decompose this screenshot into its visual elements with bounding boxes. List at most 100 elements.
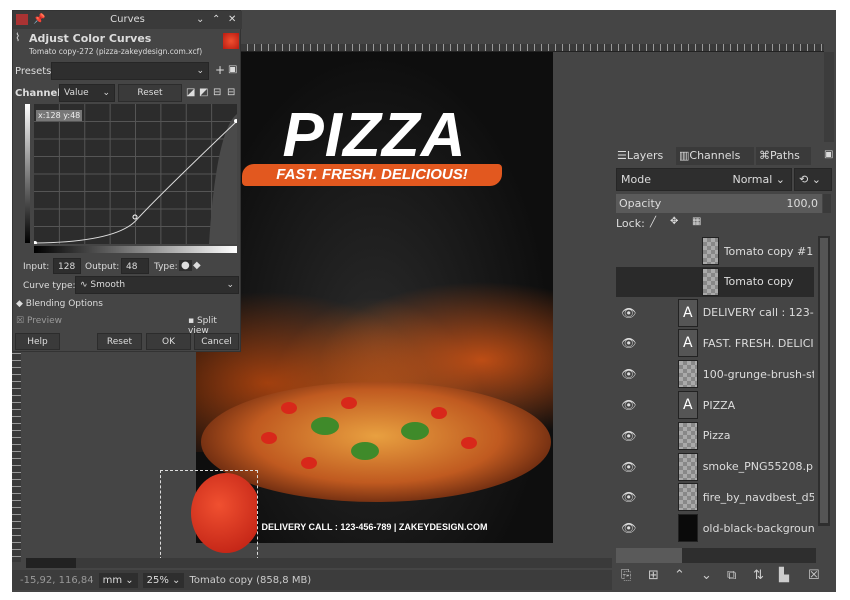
linear-histogram-icon[interactable]: ◪: [186, 87, 195, 98]
layer-thumbnail: A: [677, 298, 698, 327]
pin-icon[interactable]: 📌: [33, 11, 45, 29]
reset-channel-button[interactable]: Reset Channel: [118, 84, 182, 114]
layer-mask-icon[interactable]: ▙: [779, 568, 789, 583]
curve-graph[interactable]: [34, 104, 237, 244]
status-bar: -15,92, 116,84 mm ⌄ 25% ⌄ Tomato copy (8…: [12, 570, 612, 590]
canvas-horizontal-scrollbar[interactable]: [26, 558, 616, 568]
layer-list-hscrollbar[interactable]: [616, 548, 816, 563]
output-spinner[interactable]: 48: [121, 258, 149, 274]
dock-menu-icon[interactable]: ▣: [824, 149, 833, 160]
value-gradient-horizontal: [34, 246, 237, 253]
maximize-button[interactable]: ⌃: [212, 11, 220, 29]
canvas-vertical-scrollbar[interactable]: [824, 52, 834, 142]
lock-position-icon[interactable]: ✥: [670, 216, 678, 227]
tab-channels[interactable]: ▥Channels: [676, 147, 754, 165]
eye-icon[interactable]: 👁: [614, 367, 644, 381]
smooth-point-icon[interactable]: ●: [179, 260, 192, 271]
blending-options-expander[interactable]: ◆ Blending Options: [16, 299, 103, 309]
unit-select[interactable]: mm ⌄: [98, 572, 138, 588]
curve-mode-icon[interactable]: ⊟: [213, 87, 221, 98]
mode-reset-button[interactable]: ⟲ ⌄: [794, 168, 832, 191]
input-spinner[interactable]: 128: [53, 258, 81, 274]
layer-name: FAST. FRESH. DELICIO: [702, 336, 814, 350]
layer-thumbnail: A: [677, 329, 698, 358]
layer-row[interactable]: 👁 A FAST. FRESH. DELICIO: [616, 328, 814, 358]
ok-button[interactable]: OK: [146, 333, 191, 350]
merge-layer-icon[interactable]: ⇅: [753, 568, 764, 583]
layer-thumbnail: A: [677, 391, 698, 419]
preview-checkbox[interactable]: ☒ Preview: [16, 316, 62, 326]
layer-thumbnail: [677, 360, 698, 389]
channel-select[interactable]: Value ⌄: [59, 84, 115, 102]
new-layer-icon[interactable]: ⎘: [621, 568, 631, 583]
lock-alpha-icon[interactable]: ▦: [692, 216, 701, 227]
eye-icon[interactable]: 👁: [614, 521, 644, 535]
help-button[interactable]: Help: [15, 333, 60, 350]
channel-label: Channel:: [15, 88, 65, 99]
output-label: Output:: [85, 262, 120, 272]
minimize-button[interactable]: ⌄: [196, 11, 204, 29]
lower-layer-icon[interactable]: ⌄: [701, 568, 712, 583]
tab-paths[interactable]: ⌘Paths: [756, 147, 811, 165]
horizontal-ruler: [240, 44, 824, 52]
layer-row[interactable]: 👁 smoke_PNG55208.pn: [616, 452, 814, 482]
layer-row[interactable]: 👁 Pizza: [616, 421, 814, 451]
layer-name: smoke_PNG55208.pn: [702, 460, 814, 474]
eye-icon[interactable]: 👁: [614, 429, 644, 443]
input-label: Input:: [23, 262, 50, 272]
layer-preview-thumb: [223, 33, 239, 49]
close-button[interactable]: ✕: [228, 11, 236, 29]
value-gradient-vertical: [25, 104, 30, 243]
layer-row[interactable]: Tomato copy: [616, 266, 814, 297]
dialog-heading: Adjust Color Curves: [29, 32, 152, 45]
layer-name: Tomato copy #1: [723, 244, 814, 258]
eye-icon[interactable]: 👁: [614, 460, 644, 474]
layer-row[interactable]: 👁 A PIZZA: [616, 390, 814, 420]
layer-row[interactable]: 👁 100-grunge-brush-st: [616, 359, 814, 389]
curve-type-select[interactable]: ∿ Smooth ⌄: [75, 276, 239, 294]
opacity-slider[interactable]: Opacity 100,0: [616, 194, 822, 213]
eye-icon[interactable]: 👁: [614, 336, 644, 350]
layer-name: 100-grunge-brush-st: [702, 367, 814, 381]
zoom-select[interactable]: 25% ⌄: [142, 572, 185, 588]
cancel-button[interactable]: Cancel: [194, 333, 239, 350]
status-info: Tomato copy (858,8 MB): [189, 574, 312, 586]
layer-name: DELIVERY call : 123-4: [702, 306, 814, 320]
presets-label: Presets:: [15, 66, 55, 77]
selected-tomato-layer[interactable]: [160, 470, 258, 560]
gimp-app-icon: [16, 14, 28, 25]
layer-row[interactable]: Tomato copy #1: [616, 236, 814, 266]
presets-select[interactable]: ⌄: [51, 62, 209, 80]
delete-layer-icon[interactable]: ☒: [808, 568, 820, 583]
lock-pixels-icon[interactable]: ╱: [650, 217, 656, 228]
poster-title: PIZZA: [282, 101, 467, 170]
reset-button[interactable]: Reset: [97, 333, 142, 350]
freehand-mode-icon[interactable]: ⊟: [227, 87, 235, 98]
eye-icon[interactable]: 👁: [614, 398, 644, 412]
layer-row[interactable]: 👁 old-black-backgroun: [616, 513, 814, 543]
eye-icon[interactable]: 👁: [614, 306, 644, 320]
layer-row[interactable]: 👁 A DELIVERY call : 123-4: [616, 298, 814, 328]
eye-icon[interactable]: 👁: [614, 490, 644, 504]
corner-point-icon[interactable]: ◆: [193, 260, 201, 271]
layer-row[interactable]: 👁 fire_by_navdbest_d5i: [616, 482, 814, 512]
raise-layer-icon[interactable]: ⌃: [674, 568, 685, 583]
dialog-title: Curves: [110, 14, 145, 25]
layer-list-scrollbar[interactable]: [818, 236, 830, 526]
opacity-spinner[interactable]: [823, 194, 831, 213]
new-layer-group-icon[interactable]: ⊞: [648, 568, 659, 583]
curves-icon: ⌇: [15, 31, 21, 44]
layer-thumbnail: [702, 237, 719, 265]
log-histogram-icon[interactable]: ◩: [199, 87, 208, 98]
layer-list: Tomato copy #1 Tomato copy 👁 A DELIVERY call…: [612, 236, 816, 548]
tab-layers[interactable]: ☰Layers: [614, 147, 674, 165]
coord-readout: x:128 y:48: [36, 110, 83, 121]
mode-select[interactable]: Mode Normal ⌄: [616, 168, 792, 191]
duplicate-layer-icon[interactable]: ⧉: [727, 568, 736, 583]
add-preset-icon[interactable]: +: [215, 63, 225, 77]
lock-label: Lock:: [616, 217, 645, 230]
layer-name: Tomato copy: [723, 275, 794, 289]
type-label: Type:: [154, 262, 178, 272]
layer-name: old-black-backgroun: [702, 521, 814, 535]
preset-menu-icon[interactable]: ▣: [228, 64, 237, 75]
